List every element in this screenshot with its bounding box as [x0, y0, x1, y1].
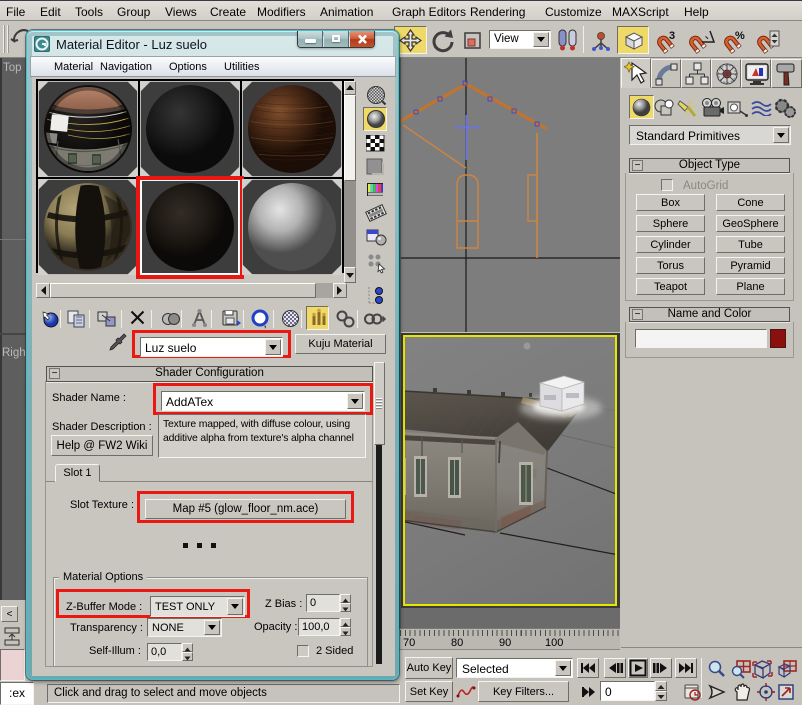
- svg-text:%: %: [735, 30, 745, 42]
- svg-text:3: 3: [669, 30, 675, 42]
- svg-text:,: ,: [264, 320, 266, 329]
